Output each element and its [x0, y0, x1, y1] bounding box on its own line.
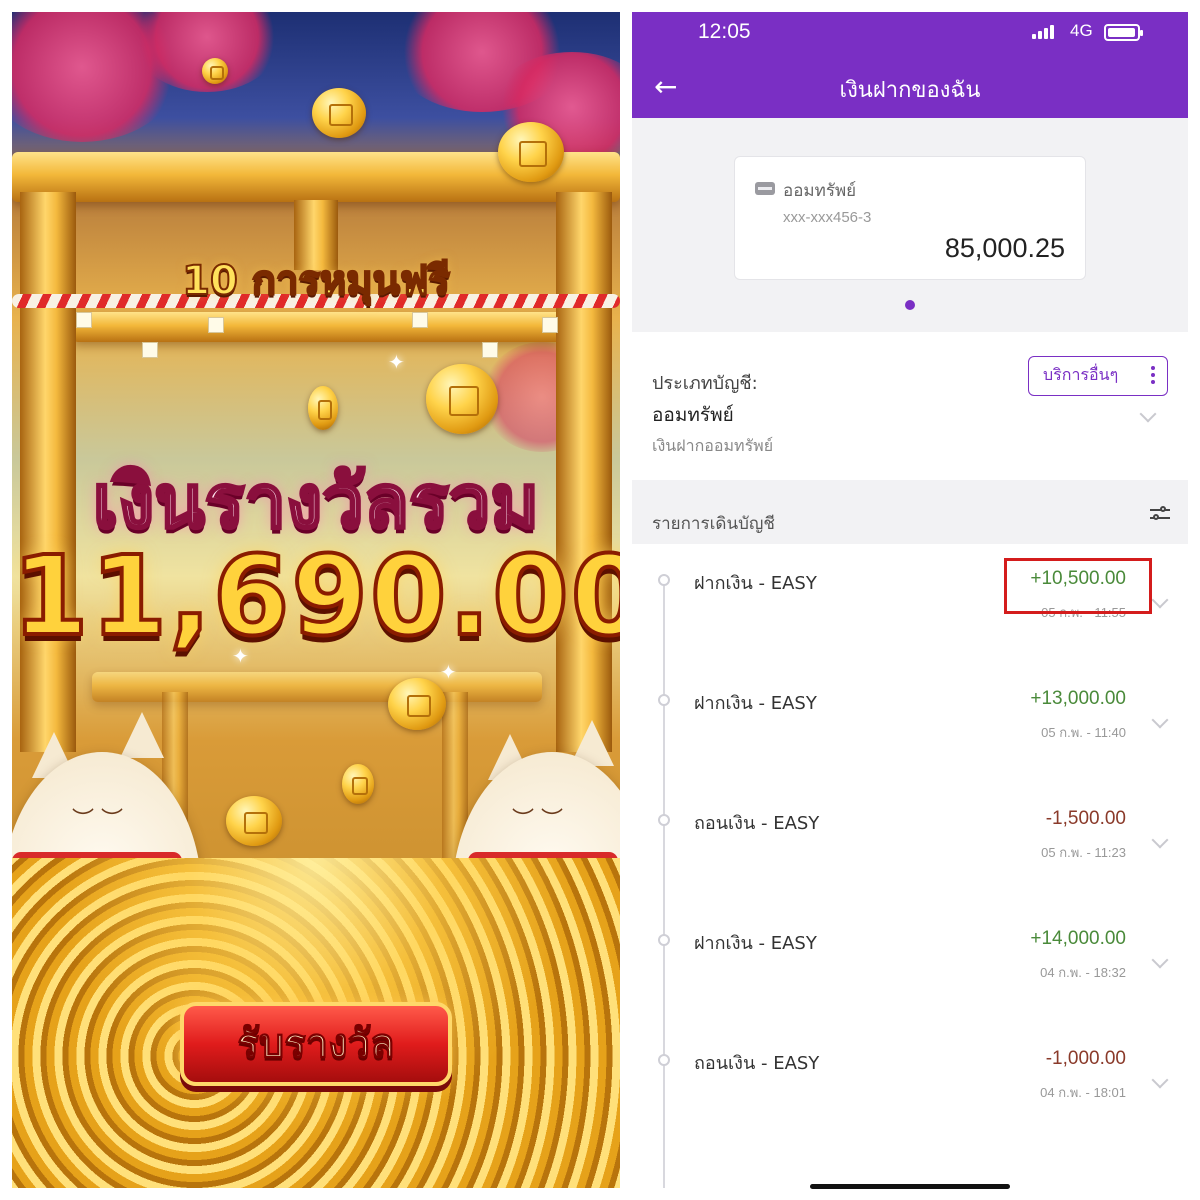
timeline-dot [658, 814, 670, 826]
account-number: xxx-xxx456-3 [783, 209, 872, 226]
card-icon [755, 182, 775, 195]
paper-streamer [142, 342, 158, 358]
transaction-row[interactable]: ฝากเงิน - EASY +10,500.00 05 ก.พ. - 11:5… [632, 544, 1188, 664]
transaction-amount: +13,000.00 [1030, 688, 1126, 709]
transaction-row[interactable]: ฝากเงิน - EASY +14,000.00 04 ก.พ. - 18:3… [632, 904, 1188, 1024]
paper-streamer [542, 317, 558, 333]
transaction-amount: +14,000.00 [1030, 928, 1126, 949]
transaction-date: 04 ก.พ. - 18:32 [1040, 965, 1126, 980]
torii-tie-beam [72, 312, 562, 342]
account-type-value: ออมทรัพย์ [652, 404, 734, 426]
transaction-row[interactable]: ถอนเงิน - EASY -1,000.00 04 ก.พ. - 18:01 [632, 1024, 1188, 1144]
transaction-amount: -1,500.00 [1045, 808, 1126, 829]
total-prize-amount: 11,690.00 [12, 530, 620, 662]
account-card-type: ออมทรัพย์ [783, 181, 857, 201]
free-spins-title: 10 การหมุนฟรี [181, 257, 451, 305]
lucky-cat-left-face: ︶ ︶ [72, 808, 123, 833]
gold-coin [312, 88, 366, 138]
signal-icon [1032, 25, 1054, 39]
paper-streamer [412, 312, 428, 328]
account-type-label: ประเภทบัญชี: [652, 373, 758, 394]
gold-coin [388, 678, 446, 730]
page-title: เงินฝากของฉัน [839, 77, 981, 102]
account-info: ประเภทบัญชี: ออมทรัพย์ เงินฝากออมทรัพย์ … [632, 332, 1188, 480]
transaction-row[interactable]: ฝากเงิน - EASY +13,000.00 05 ก.พ. - 11:4… [632, 664, 1188, 784]
chevron-down-icon[interactable] [1151, 711, 1169, 729]
claim-prize-button[interactable]: รับรางวัล [180, 1002, 452, 1086]
timeline-dot [658, 574, 670, 586]
transaction-name: ถอนเงิน - EASY [694, 813, 820, 834]
highlight-box [1004, 558, 1152, 614]
battery-icon [1104, 24, 1143, 41]
more-services-label: บริการอื่นๆ [1043, 365, 1119, 384]
transactions-title: รายการเดินบัญชี [652, 514, 775, 534]
transaction-row[interactable]: ถอนเงิน - EASY -1,500.00 05 ก.พ. - 11:23 [632, 784, 1188, 904]
app-header: 12:05 4G ← เงินฝากของฉัน [632, 12, 1188, 118]
paper-streamer [76, 312, 92, 328]
timeline-dot [658, 694, 670, 706]
network-type: 4G [1070, 21, 1093, 40]
sparkle-icon: ✦ [440, 660, 457, 684]
chevron-down-icon[interactable] [1151, 591, 1169, 609]
transaction-name: ฝากเงิน - EASY [694, 573, 817, 594]
transaction-name: ฝากเงิน - EASY [694, 933, 817, 954]
lucky-cat-left-ear [120, 712, 164, 758]
chevron-down-icon[interactable] [1151, 831, 1169, 849]
transaction-date: 05 ก.พ. - 11:40 [1041, 725, 1126, 740]
banking-app: 12:05 4G ← เงินฝากของฉัน ออมทรัพย์ xxx-x… [632, 12, 1188, 1188]
transaction-date: 05 ก.พ. - 11:23 [1041, 845, 1126, 860]
transaction-date: 04 ก.พ. - 18:01 [1040, 1085, 1126, 1100]
chevron-down-icon[interactable] [1151, 951, 1169, 969]
gold-coin [202, 58, 228, 84]
gold-coin [498, 122, 564, 182]
game-win-screen: ✦ ✦ ✦ 10 การหมุนฟรี เงินรางวัลรวม 11,690… [12, 12, 620, 1188]
kebab-menu-icon [1151, 366, 1155, 384]
transaction-name: ฝากเงิน - EASY [694, 693, 817, 714]
paper-streamer [482, 342, 498, 358]
more-services-button[interactable]: บริการอื่นๆ [1028, 356, 1168, 396]
gold-coin [226, 796, 282, 846]
lucky-cat-right-face: ︶ ︶ [512, 808, 563, 833]
home-indicator [810, 1184, 1010, 1189]
chevron-down-icon[interactable] [1139, 405, 1157, 423]
transactions-header: รายการเดินบัญชี [632, 480, 1188, 544]
account-type-subtext: เงินฝากออมทรัพย์ [652, 436, 774, 455]
transaction-list: ฝากเงิน - EASY +10,500.00 05 ก.พ. - 11:5… [632, 544, 1188, 1188]
status-time: 12:05 [698, 20, 751, 43]
background-torii-beam [92, 672, 542, 702]
transaction-amount: -1,000.00 [1045, 1048, 1126, 1069]
transaction-name: ถอนเงิน - EASY [694, 1053, 820, 1074]
account-card-carousel: ออมทรัพย์ xxx-xxx456-3 85,000.25 [632, 118, 1188, 332]
account-balance: 85,000.25 [944, 233, 1065, 263]
gold-coin [308, 386, 338, 430]
gold-coin [426, 364, 498, 434]
account-card[interactable]: ออมทรัพย์ xxx-xxx456-3 85,000.25 [734, 156, 1086, 280]
gold-coin [342, 764, 374, 804]
sparkle-icon: ✦ [388, 350, 405, 374]
carousel-page-indicator [905, 300, 915, 310]
timeline-dot [658, 1054, 670, 1066]
filter-icon[interactable] [1150, 506, 1170, 522]
chevron-down-icon[interactable] [1151, 1071, 1169, 1089]
paper-streamer [208, 317, 224, 333]
timeline-dot [658, 934, 670, 946]
